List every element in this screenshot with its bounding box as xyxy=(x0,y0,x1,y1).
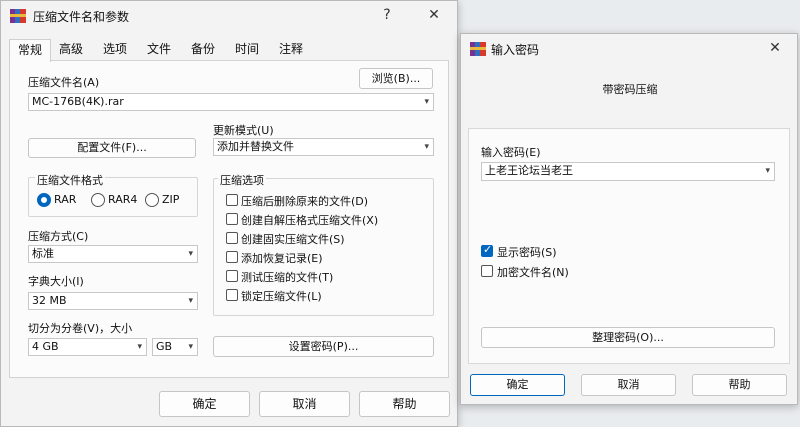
test-checkbox[interactable] xyxy=(226,270,238,282)
close-icon[interactable]: ✕ xyxy=(764,38,786,58)
archive-dialog: 压缩文件名和参数 ? ✕ 常规 高级 选项 文件 备份 时间 注释 压缩文件名(… xyxy=(0,0,458,427)
delete-after-checkbox[interactable] xyxy=(226,194,238,206)
winrar-icon xyxy=(470,42,486,56)
password-dialog: 输入密码 ✕ 带密码压缩 输入密码(E) 上老王论坛当老王 ▾ 显示密码(S) … xyxy=(460,33,798,405)
password-dialog-titlebar: 输入密码 ✕ xyxy=(461,34,797,64)
solid-label: 创建固实压缩文件(S) xyxy=(241,233,345,246)
dict-select[interactable]: 32 MB ▾ xyxy=(28,292,198,310)
chevron-down-icon[interactable]: ▾ xyxy=(424,139,429,155)
chevron-down-icon[interactable]: ▾ xyxy=(424,94,429,110)
split-label: 切分为分卷(V)，大小 xyxy=(28,322,133,335)
split-unit-value: GB xyxy=(156,340,173,353)
cancel-button[interactable]: 取消 xyxy=(259,391,350,417)
ok-button[interactable]: 确定 xyxy=(159,391,250,417)
tab-comment[interactable]: 注释 xyxy=(273,39,309,61)
password-label: 输入密码(E) xyxy=(481,146,541,159)
chevron-down-icon[interactable]: ▾ xyxy=(137,339,142,355)
format-rar-label: RAR xyxy=(54,193,77,206)
update-mode-value: 添加并替换文件 xyxy=(217,140,294,153)
password-panel: 输入密码(E) 上老王论坛当老王 ▾ 显示密码(S) 加密文件名(N) 整理密码… xyxy=(468,128,790,364)
browse-button[interactable]: 浏览(B)... xyxy=(359,68,433,89)
sfx-label: 创建自解压格式压缩文件(X) xyxy=(241,214,379,227)
password-value: 上老王论坛当老王 xyxy=(485,164,573,177)
archive-dialog-titlebar: 压缩文件名和参数 ? ✕ xyxy=(1,1,457,31)
profile-button[interactable]: 配置文件(F)... xyxy=(28,138,196,158)
tab-general[interactable]: 常规 xyxy=(9,39,51,62)
recovery-label: 添加恢复记录(E) xyxy=(241,252,323,265)
split-size-input[interactable]: 4 GB ▾ xyxy=(28,338,147,356)
dict-value: 32 MB xyxy=(32,294,67,307)
winrar-icon xyxy=(10,9,26,23)
method-label: 压缩方式(C) xyxy=(28,230,89,243)
chevron-down-icon[interactable]: ▾ xyxy=(188,246,193,262)
format-group-label: 压缩文件格式 xyxy=(35,172,105,188)
show-password-label: 显示密码(S) xyxy=(497,246,557,259)
sfx-checkbox[interactable] xyxy=(226,213,238,225)
split-unit-select[interactable]: GB ▾ xyxy=(152,338,198,356)
help-icon[interactable]: ? xyxy=(376,5,398,25)
chevron-down-icon[interactable]: ▾ xyxy=(765,163,770,179)
archive-name-label: 压缩文件名(A) xyxy=(28,76,100,89)
general-panel: 压缩文件名(A) 浏览(B)... MC-176B(4K).rar ▾ 配置文件… xyxy=(9,60,449,378)
tab-backup[interactable]: 备份 xyxy=(185,39,221,61)
tab-options[interactable]: 选项 xyxy=(97,39,133,61)
method-select[interactable]: 标准 ▾ xyxy=(28,245,198,263)
tab-files[interactable]: 文件 xyxy=(141,39,177,61)
close-icon[interactable]: ✕ xyxy=(423,5,445,25)
dict-label: 字典大小(I) xyxy=(28,275,84,288)
tab-time[interactable]: 时间 xyxy=(229,39,265,61)
password-help-button[interactable]: 帮助 xyxy=(692,374,787,396)
archive-dialog-title: 压缩文件名和参数 xyxy=(33,10,130,24)
format-rar-radio[interactable] xyxy=(37,193,51,207)
solid-checkbox[interactable] xyxy=(226,232,238,244)
split-size-value: 4 GB xyxy=(32,340,59,353)
method-value: 标准 xyxy=(32,247,54,260)
chevron-down-icon[interactable]: ▾ xyxy=(188,293,193,309)
password-input[interactable]: 上老王论坛当老王 ▾ xyxy=(481,162,775,181)
set-password-button[interactable]: 设置密码(P)... xyxy=(213,336,434,357)
lock-checkbox[interactable] xyxy=(226,289,238,301)
password-dialog-title: 输入密码 xyxy=(491,43,540,57)
test-label: 测试压缩的文件(T) xyxy=(241,271,334,284)
update-mode-select[interactable]: 添加并替换文件 ▾ xyxy=(213,138,434,156)
format-rar4-label: RAR4 xyxy=(108,193,138,206)
delete-after-label: 压缩后删除原来的文件(D) xyxy=(241,195,369,208)
encrypt-names-label: 加密文件名(N) xyxy=(497,266,569,279)
lock-label: 锁定压缩文件(L) xyxy=(241,290,322,303)
tab-advanced[interactable]: 高级 xyxy=(53,39,89,61)
chevron-down-icon[interactable]: ▾ xyxy=(188,339,193,355)
encrypt-names-checkbox[interactable] xyxy=(481,265,493,277)
format-rar4-radio[interactable] xyxy=(91,193,105,207)
format-zip-label: ZIP xyxy=(162,193,180,206)
help-button[interactable]: 帮助 xyxy=(359,391,450,417)
password-cancel-button[interactable]: 取消 xyxy=(581,374,676,396)
show-password-checkbox[interactable] xyxy=(481,243,493,257)
password-ok-button[interactable]: 确定 xyxy=(470,374,565,396)
format-zip-radio[interactable] xyxy=(145,193,159,207)
recovery-checkbox[interactable] xyxy=(226,251,238,263)
password-subtitle: 带密码压缩 xyxy=(602,83,658,96)
options-group-label: 压缩选项 xyxy=(218,172,266,188)
update-mode-label: 更新模式(U) xyxy=(213,124,274,137)
archive-name-value: MC-176B(4K).rar xyxy=(32,95,124,108)
archive-name-input[interactable]: MC-176B(4K).rar ▾ xyxy=(28,93,434,111)
organize-passwords-button[interactable]: 整理密码(O)... xyxy=(481,327,775,348)
